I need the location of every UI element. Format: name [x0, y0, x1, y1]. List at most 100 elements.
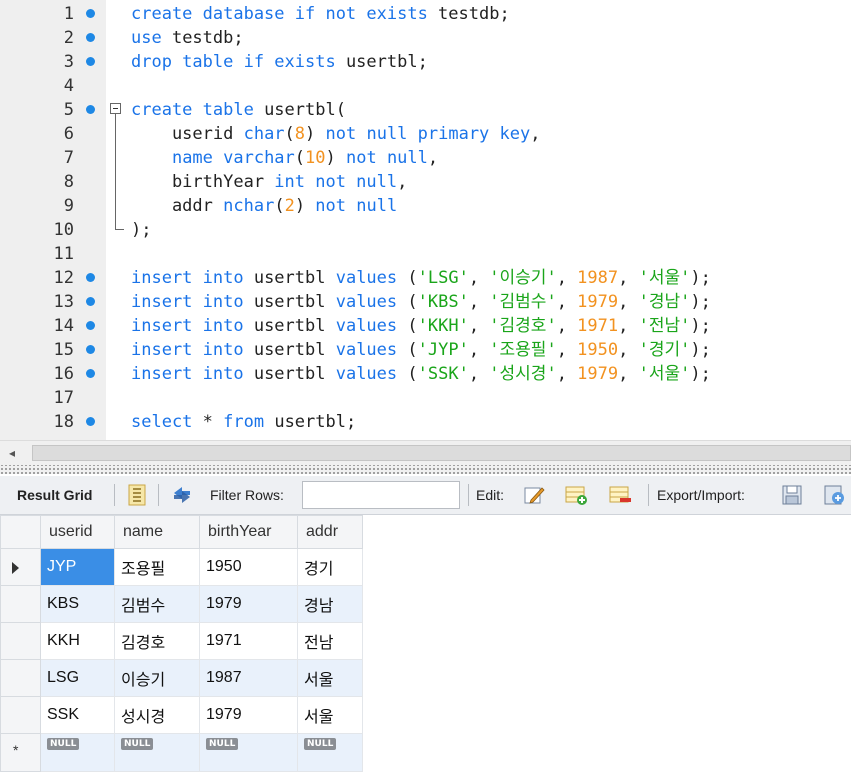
grid-cell-userid[interactable]: SSK	[40, 696, 115, 734]
result-grid[interactable]: userid name birthYear addr JYP 조용필 1950 경기 K…	[0, 515, 363, 772]
grid-cell-name[interactable]: 김범수	[114, 585, 200, 623]
table-row[interactable]: JYP 조용필 1950 경기	[0, 548, 363, 586]
code-text[interactable]: insert into usertbl values ('JYP', '조용필'…	[131, 338, 711, 362]
grid-cell-birthyear[interactable]: 1979	[199, 696, 298, 734]
grid-cell-userid[interactable]: KBS	[40, 585, 115, 623]
code-line[interactable]: 10);	[0, 218, 851, 242]
statement-marker-icon[interactable]	[86, 105, 95, 114]
panel-splitter[interactable]	[0, 465, 851, 474]
statement-marker-icon[interactable]	[86, 9, 95, 18]
result-grid-area[interactable]: userid name birthYear addr JYP 조용필 1950 경기 K…	[0, 515, 851, 773]
grid-cell-userid[interactable]: NULL	[40, 733, 115, 772]
grid-cell-addr[interactable]: NULL	[297, 733, 363, 772]
new-row[interactable]: * NULL NULL NULL NULL	[0, 733, 363, 772]
statement-marker-icon[interactable]	[86, 417, 95, 426]
code-line[interactable]: 1 create database if not exists testdb;	[0, 2, 851, 26]
edit-cell-icon[interactable]	[522, 483, 546, 507]
grid-cell-birthyear[interactable]: 1950	[199, 548, 298, 586]
delete-row-icon[interactable]	[608, 483, 632, 507]
row-header[interactable]	[0, 548, 41, 586]
result-grid-tab[interactable]: Result Grid	[17, 476, 92, 514]
table-row[interactable]: LSG 이승기 1987 서울	[0, 659, 363, 697]
code-line[interactable]: 18 select * from usertbl;	[0, 410, 851, 434]
grid-cell-addr[interactable]: 경기	[297, 548, 363, 586]
statement-marker-icon[interactable]	[86, 321, 95, 330]
statement-marker-icon[interactable]	[86, 57, 95, 66]
statement-marker-icon[interactable]	[86, 33, 95, 42]
table-row[interactable]: KBS 김범수 1979 경남	[0, 585, 363, 623]
code-line[interactable]: 17	[0, 386, 851, 410]
table-row[interactable]: SSK 성시경 1979 서울	[0, 696, 363, 734]
scroll-left-arrow-icon[interactable]: ◂	[0, 441, 24, 465]
refresh-icon[interactable]	[170, 483, 194, 507]
grid-cell-birthyear[interactable]: NULL	[199, 733, 298, 772]
column-header-userid[interactable]: userid	[40, 515, 115, 549]
code-line[interactable]: 12 insert into usertbl values ('LSG', '이승…	[0, 266, 851, 290]
code-text[interactable]: drop table if exists usertbl;	[131, 50, 428, 74]
grid-cell-name[interactable]: 성시경	[114, 696, 200, 734]
form-editor-icon[interactable]	[125, 483, 149, 507]
column-header-addr[interactable]: addr	[297, 515, 363, 549]
code-text[interactable]: );	[131, 218, 151, 242]
grid-cell-addr[interactable]: 서울	[297, 696, 363, 734]
row-header[interactable]	[0, 696, 41, 734]
grid-cell-addr[interactable]: 전남	[297, 622, 363, 660]
grid-cell-birthyear[interactable]: 1971	[199, 622, 298, 660]
code-line[interactable]: 11	[0, 242, 851, 266]
code-line[interactable]: 16 insert into usertbl values ('SSK', '성시…	[0, 362, 851, 386]
code-line[interactable]: 9 addr nchar(2) not null	[0, 194, 851, 218]
grid-cell-addr[interactable]: 서울	[297, 659, 363, 697]
grid-cell-name[interactable]: 김경호	[114, 622, 200, 660]
import-icon[interactable]	[822, 483, 846, 507]
grid-cell-userid[interactable]: KKH	[40, 622, 115, 660]
statement-marker-icon[interactable]	[86, 369, 95, 378]
grid-cell-userid[interactable]: JYP	[40, 548, 115, 586]
grid-cell-name[interactable]: NULL	[114, 733, 200, 772]
export-icon[interactable]	[780, 483, 804, 507]
grid-cell-addr[interactable]: 경남	[297, 585, 363, 623]
code-text[interactable]: insert into usertbl values ('KKH', '김경호'…	[131, 314, 711, 338]
statement-marker-icon[interactable]	[86, 345, 95, 354]
grid-cell-name[interactable]: 조용필	[114, 548, 200, 586]
code-line[interactable]: 3 drop table if exists usertbl;	[0, 50, 851, 74]
row-header[interactable]	[0, 622, 41, 660]
add-row-icon[interactable]	[564, 483, 588, 507]
column-header-name[interactable]: name	[114, 515, 200, 549]
code-text[interactable]: create table usertbl(	[131, 98, 346, 122]
grid-cell-birthyear[interactable]: 1979	[199, 585, 298, 623]
code-text[interactable]: select * from usertbl;	[131, 410, 356, 434]
code-line[interactable]: 5 create table usertbl(	[0, 98, 851, 122]
row-header[interactable]	[0, 659, 41, 697]
grid-cell-birthyear[interactable]: 1987	[199, 659, 298, 697]
column-header-birthyear[interactable]: birthYear	[199, 515, 298, 549]
row-header[interactable]	[0, 585, 41, 623]
statement-marker-icon[interactable]	[86, 273, 95, 282]
code-line[interactable]: 7 name varchar(10) not null,	[0, 146, 851, 170]
code-line[interactable]: 15 insert into usertbl values ('JYP', '조용…	[0, 338, 851, 362]
code-text[interactable]: insert into usertbl values ('KBS', '김범수'…	[131, 290, 711, 314]
statement-marker-icon[interactable]	[86, 297, 95, 306]
code-text[interactable]: insert into usertbl values ('LSG', '이승기'…	[131, 266, 711, 290]
code-text[interactable]: birthYear int not null,	[131, 170, 407, 194]
fold-toggle-icon[interactable]	[110, 103, 121, 114]
table-row[interactable]: KKH 김경호 1971 전남	[0, 622, 363, 660]
filter-rows-input[interactable]	[302, 481, 460, 509]
code-text[interactable]: name varchar(10) not null,	[131, 146, 438, 170]
code-text[interactable]: addr nchar(2) not null	[131, 194, 397, 218]
grid-cell-userid[interactable]: LSG	[40, 659, 115, 697]
code-text[interactable]: create database if not exists testdb;	[131, 2, 510, 26]
row-header[interactable]: *	[0, 733, 41, 772]
code-text[interactable]: insert into usertbl values ('SSK', '성시경'…	[131, 362, 711, 386]
code-line[interactable]: 13 insert into usertbl values ('KBS', '김범…	[0, 290, 851, 314]
code-line[interactable]: 4	[0, 74, 851, 98]
code-line[interactable]: 8 birthYear int not null,	[0, 170, 851, 194]
grid-cell-name[interactable]: 이승기	[114, 659, 200, 697]
horizontal-scrollbar[interactable]: ◂	[0, 440, 851, 465]
code-line[interactable]: 2 use testdb;	[0, 26, 851, 50]
scrollbar-thumb[interactable]	[32, 445, 851, 461]
sql-editor[interactable]: 1 create database if not exists testdb; 2 u…	[0, 0, 851, 440]
code-text[interactable]: use testdb;	[131, 26, 244, 50]
code-line[interactable]: 14 insert into usertbl values ('KKH', '김경…	[0, 314, 851, 338]
code-text[interactable]: userid char(8) not null primary key,	[131, 122, 541, 146]
code-line[interactable]: 6 userid char(8) not null primary key,	[0, 122, 851, 146]
